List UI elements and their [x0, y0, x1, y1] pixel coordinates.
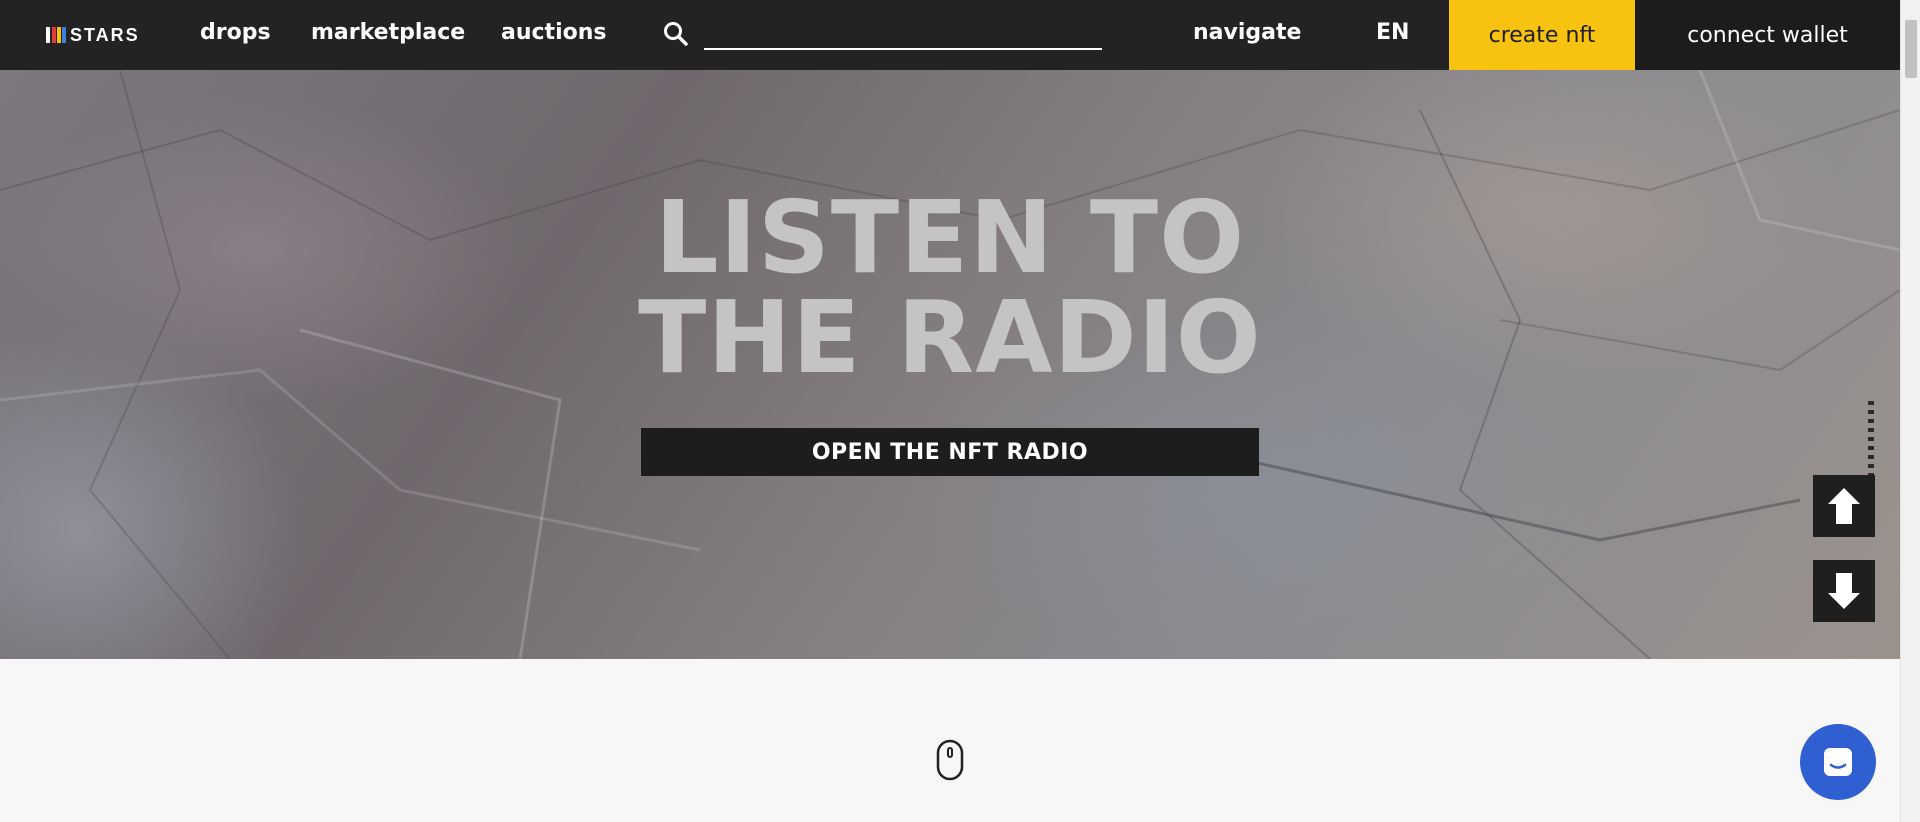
scrollbar-thumb[interactable]	[1905, 20, 1917, 78]
arrow-up-icon	[1828, 488, 1860, 524]
nav-auctions[interactable]: auctions	[501, 20, 606, 45]
site-logo[interactable]: STARS	[46, 24, 140, 46]
open-nft-radio-button[interactable]: OPEN THE NFT RADIO	[641, 428, 1259, 476]
create-nft-button[interactable]: create nft	[1449, 0, 1635, 70]
nav-drops[interactable]: drops	[200, 20, 271, 45]
chat-launcher-button[interactable]	[1800, 724, 1876, 800]
logo-mark-icon	[46, 27, 68, 43]
hero-title-line-2: THE RADIO	[638, 279, 1262, 396]
nav-marketplace[interactable]: marketplace	[311, 20, 465, 45]
nav-navigate[interactable]: navigate	[1193, 20, 1301, 45]
arrow-down-icon	[1828, 573, 1860, 609]
page-scrollbar[interactable]	[1900, 0, 1920, 822]
search-input[interactable]	[704, 20, 1102, 50]
hero-title-line-1: LISTEN TO	[654, 179, 1246, 296]
search-icon[interactable]	[662, 20, 690, 48]
scroll-up-button[interactable]	[1813, 475, 1875, 537]
hero-title: LISTEN TO THE RADIO	[0, 188, 1900, 388]
connect-wallet-button[interactable]: connect wallet	[1635, 0, 1900, 70]
chat-icon	[1824, 748, 1852, 776]
content-section	[0, 659, 1900, 822]
logo-text: STARS	[70, 24, 140, 45]
mouse-icon[interactable]	[936, 739, 964, 781]
language-selector[interactable]: EN	[1376, 20, 1409, 45]
scroll-down-button[interactable]	[1813, 560, 1875, 622]
top-navigation-bar: STARS drops marketplace auctions navigat…	[0, 0, 1900, 70]
hero-banner: LISTEN TO THE RADIO OPEN THE NFT RADIO	[0, 70, 1900, 659]
